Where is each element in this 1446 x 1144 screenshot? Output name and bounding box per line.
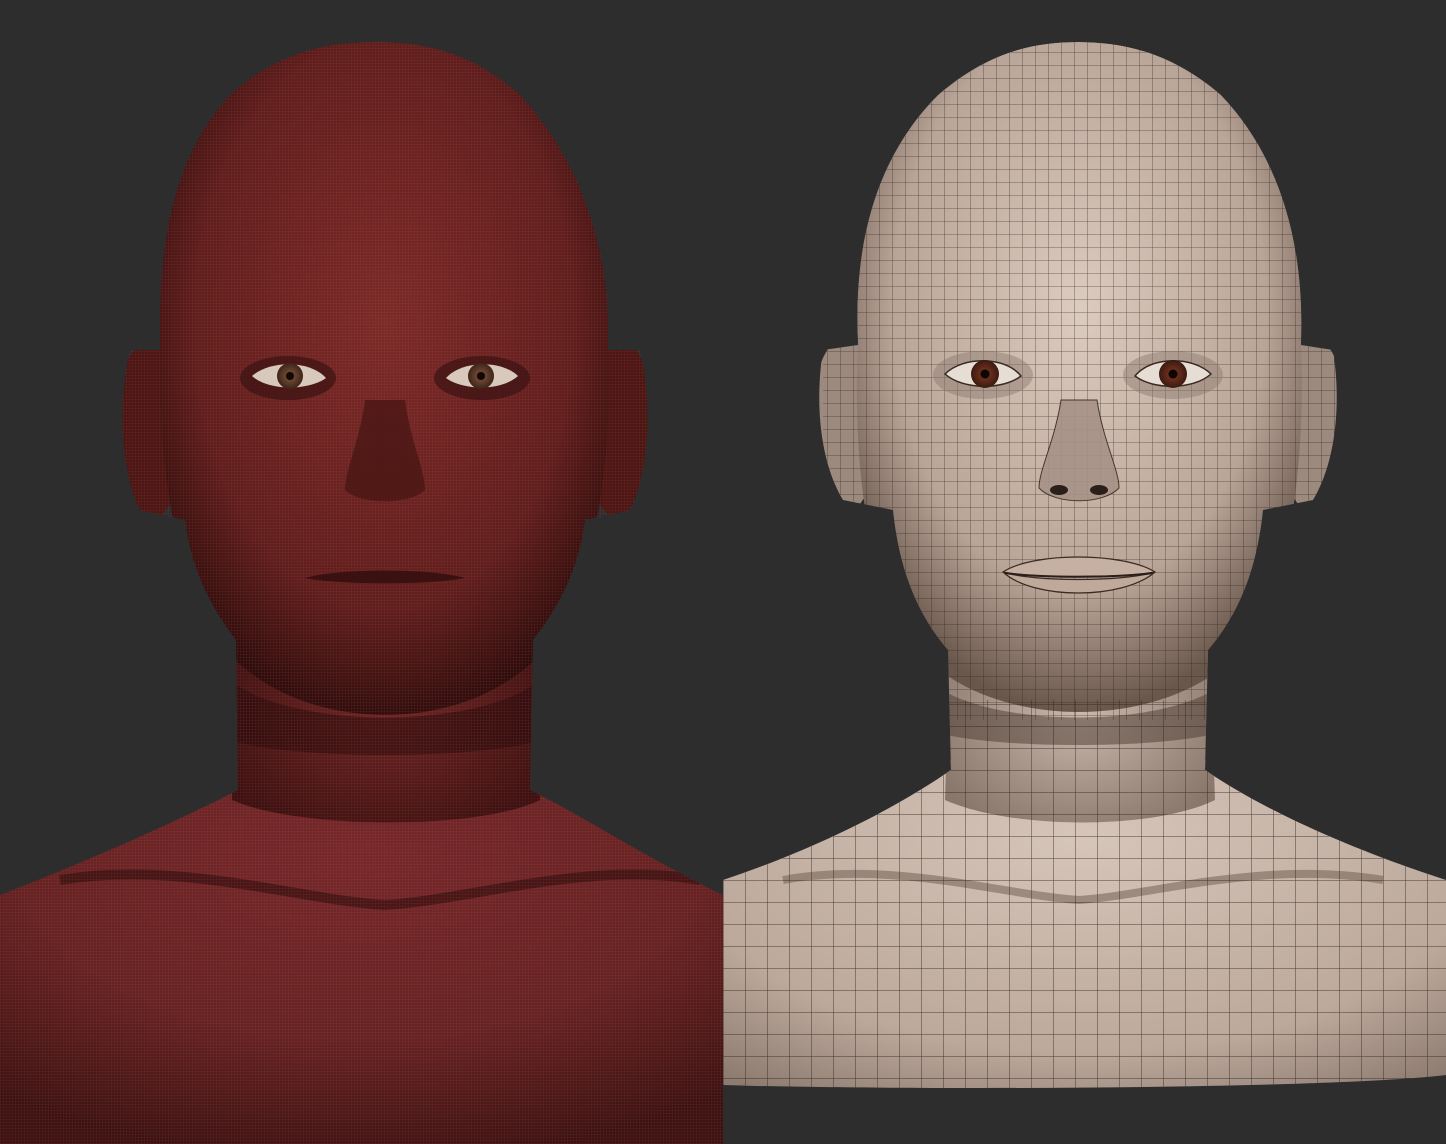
render-left bbox=[0, 42, 723, 1144]
comparison-canvas bbox=[0, 0, 1446, 1144]
viewport-right-topology bbox=[723, 0, 1446, 1144]
viewport-left-dense-wireframe bbox=[0, 0, 723, 1144]
render-right bbox=[723, 42, 1446, 1088]
